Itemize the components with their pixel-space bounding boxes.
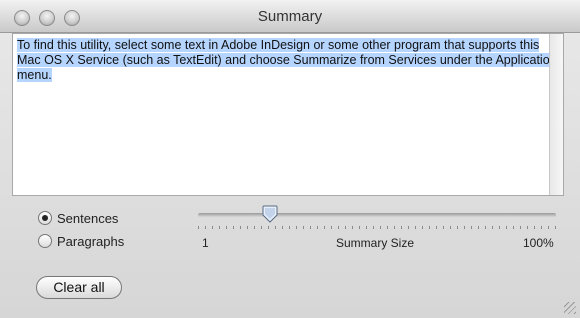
summary-window: Summary To find this utility, select som… bbox=[0, 0, 580, 318]
radio-sentences-button[interactable] bbox=[38, 211, 52, 225]
radio-sentences[interactable]: Sentences bbox=[38, 209, 118, 227]
radio-paragraphs[interactable]: Paragraphs bbox=[38, 232, 124, 250]
summary-size-slider-thumb[interactable] bbox=[262, 205, 278, 223]
slider-max-label: 100% bbox=[523, 236, 554, 250]
vertical-scrollbar[interactable] bbox=[549, 34, 563, 195]
title-bar[interactable]: Summary bbox=[0, 0, 580, 33]
summary-size-slider-track[interactable] bbox=[198, 213, 556, 217]
resize-grip-icon[interactable] bbox=[564, 302, 576, 314]
window-title: Summary bbox=[257, 8, 323, 25]
radio-paragraphs-label: Paragraphs bbox=[57, 233, 125, 249]
clear-all-button[interactable]: Clear all bbox=[36, 276, 122, 299]
selected-text[interactable]: To find this utility, select some text i… bbox=[17, 38, 557, 82]
radio-paragraphs-button[interactable] bbox=[38, 234, 52, 248]
slider-ticks bbox=[198, 226, 556, 229]
slider-title-label: Summary Size bbox=[336, 236, 415, 250]
slider-min-label: 1 bbox=[202, 236, 209, 250]
radio-sentences-label: Sentences bbox=[57, 210, 119, 226]
summary-text-area[interactable]: To find this utility, select some text i… bbox=[12, 33, 564, 196]
